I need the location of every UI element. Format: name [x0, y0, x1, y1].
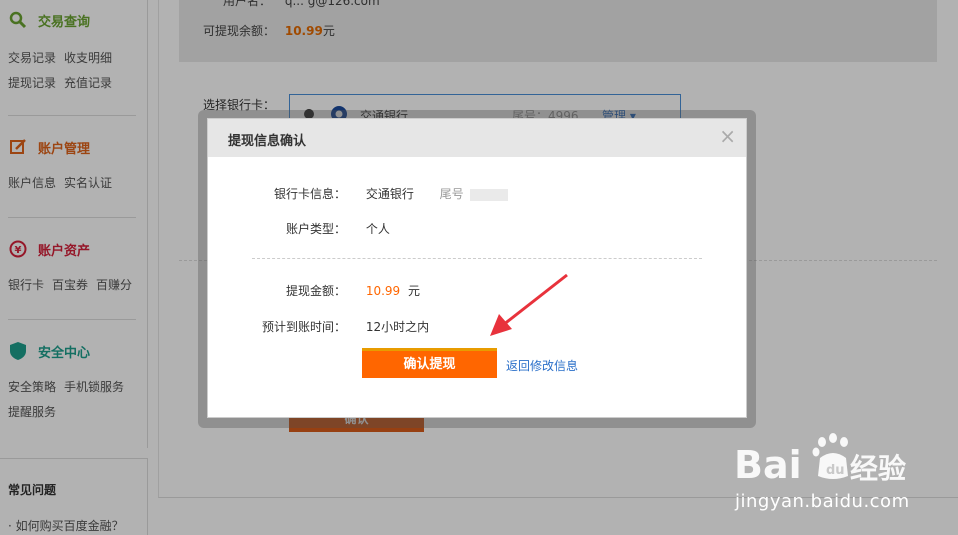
watermark-brand2: 经验	[850, 452, 906, 485]
baidu-paw-logo: Bai du 经验	[734, 433, 906, 487]
watermark-url: jingyan.baidu.com	[735, 491, 910, 512]
svg-text:du: du	[826, 463, 845, 478]
watermark-brand: Bai	[734, 443, 802, 487]
